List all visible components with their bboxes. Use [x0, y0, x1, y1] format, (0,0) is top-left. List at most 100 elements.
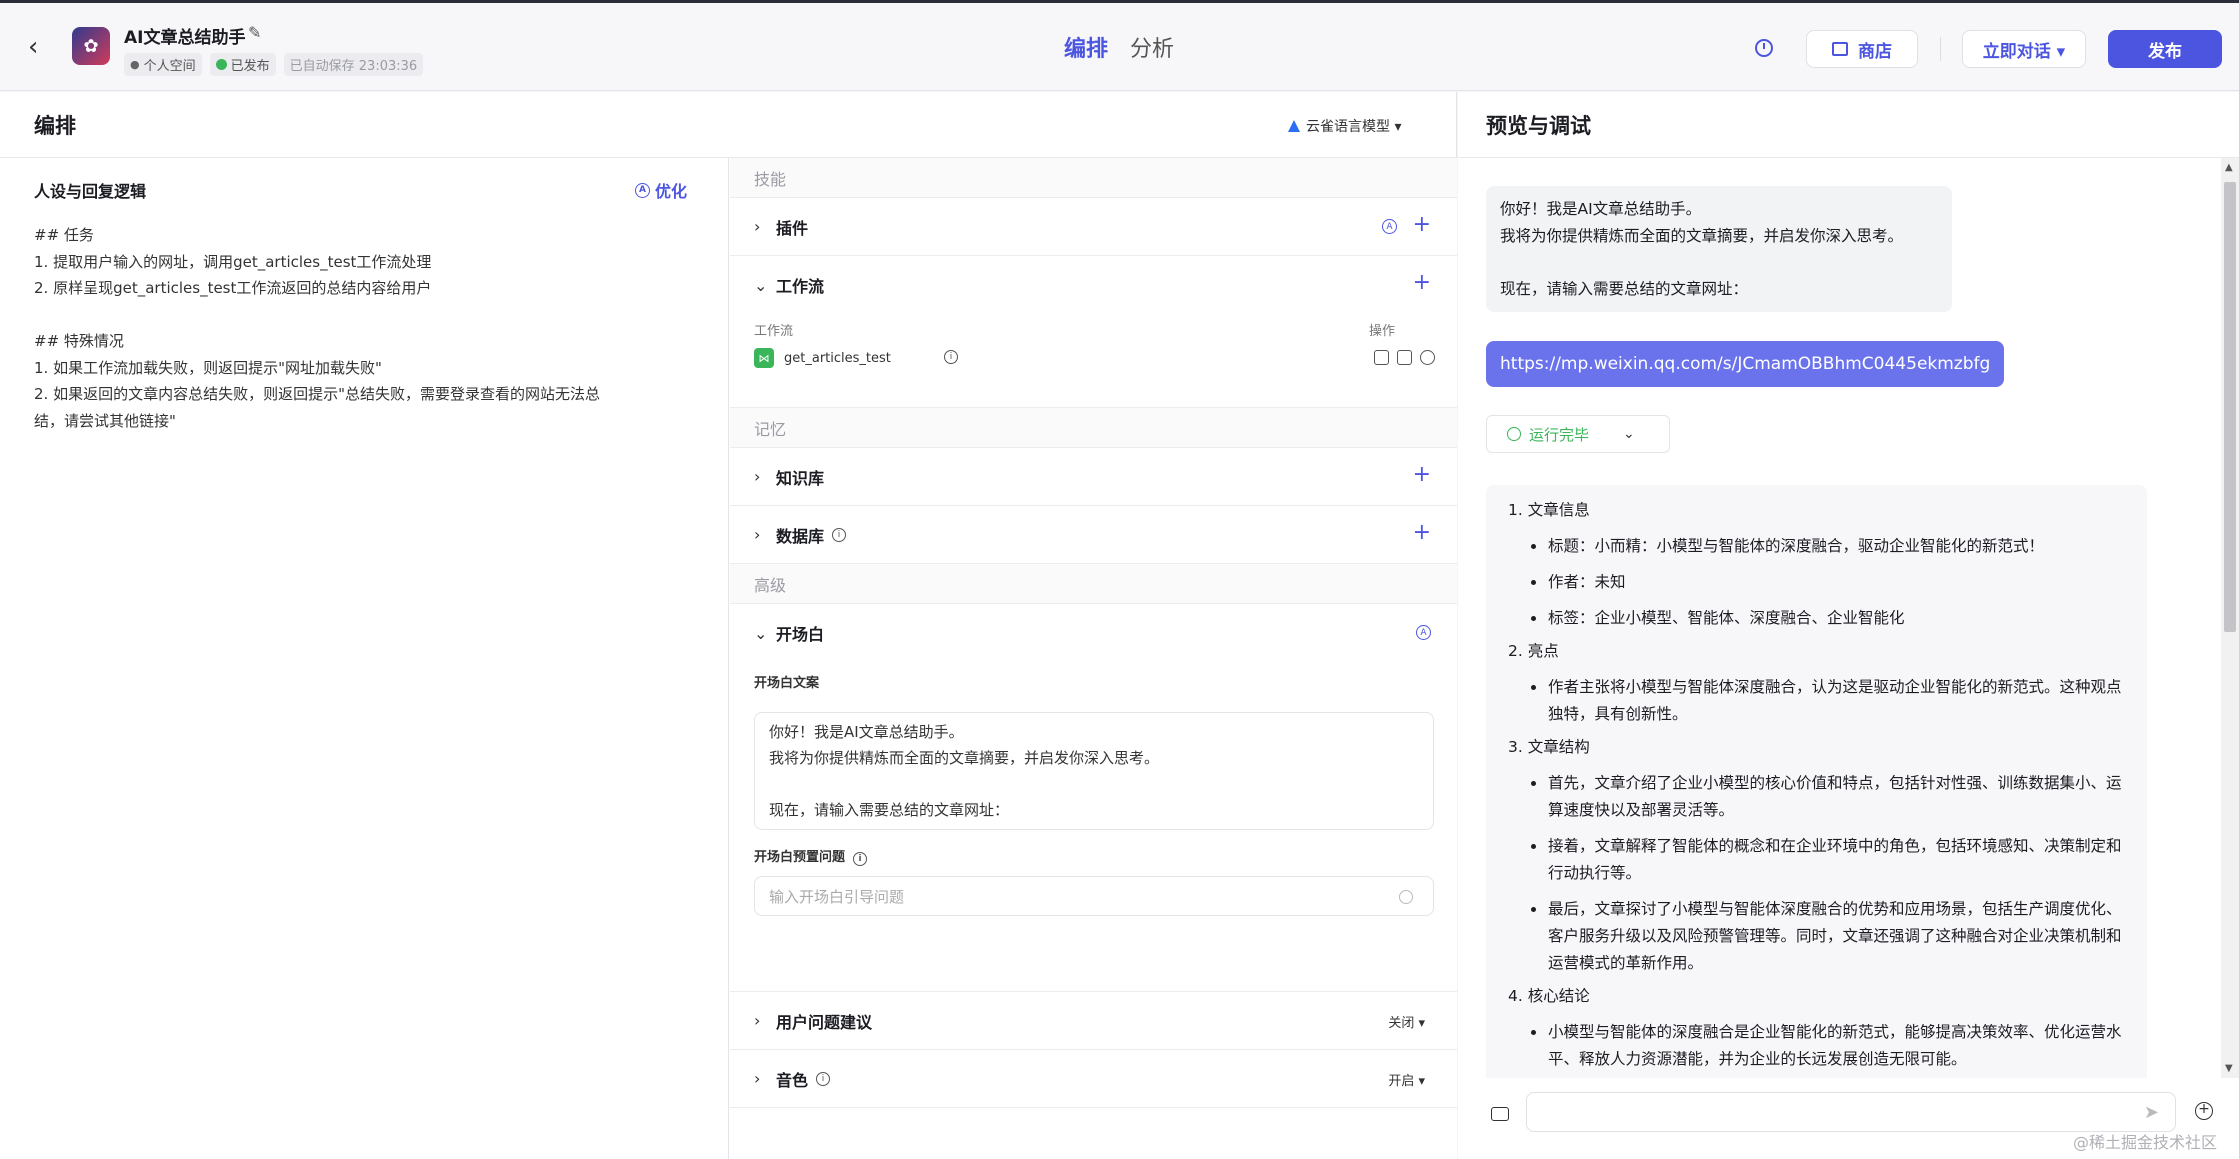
arrange-panel: 编排 云雀语言模型 ▾ 人设与回复逻辑 A 优化 ## 任务 1. 提取用户输入的…: [0, 92, 1457, 1159]
remove-icon[interactable]: [1420, 350, 1435, 365]
model-label: 云雀语言模型 ▾: [1306, 119, 1402, 135]
optimize-label: 优化: [655, 182, 688, 201]
info-icon[interactable]: i: [944, 350, 958, 364]
answer-list: 小模型与智能体的深度融合是企业智能化的新范式，能够提高决策效率、优化运营水平、释…: [1508, 1019, 2125, 1073]
robot-icon[interactable]: [1491, 1107, 1509, 1121]
model-icon: [1288, 120, 1300, 132]
list-item: 作者：未知: [1526, 569, 2125, 596]
chat-area: 你好！我是AI文章总结助手。 我将为你提供精炼而全面的文章摘要，并启发你深入思考…: [1458, 158, 2221, 1078]
chevron-down-icon: ⌄: [754, 623, 768, 643]
app-title: AI文章总结助手: [124, 28, 246, 48]
group-advanced: 高级: [730, 564, 1457, 604]
add-plugin-icon[interactable]: +: [1413, 214, 1431, 236]
top-header: ‹ ✿ AI文章总结助手 ✎ ● 个人空间 已发布 已自动保存 23:03:36 …: [0, 0, 2239, 91]
bot-welcome-message: 你好！我是AI文章总结助手。 我将为你提供精炼而全面的文章摘要，并启发你深入思考…: [1486, 186, 1952, 312]
info-icon[interactable]: i: [832, 527, 847, 542]
chevron-right-icon: ›: [754, 525, 761, 544]
list-item: 首先，文章介绍了企业小模型的核心价值和特点，包括针对性强、训练数据集小、运算速度…: [1526, 770, 2125, 824]
scroll-thumb[interactable]: [2224, 182, 2236, 632]
arrange-title: 编排: [34, 114, 76, 138]
chat-now-button[interactable]: 立即对话 ▾: [1962, 30, 2086, 68]
chat-scrollbar[interactable]: ▲ ▼: [2221, 158, 2239, 1078]
answer-list: 首先，文章介绍了企业小模型的核心价值和特点，包括针对性强、训练数据集小、运算速度…: [1508, 770, 2125, 977]
chat-now-label: 立即对话 ▾: [1982, 41, 2066, 62]
scroll-down-icon[interactable]: ▼: [2225, 1063, 2233, 1074]
add-knowledge-icon[interactable]: +: [1413, 464, 1431, 486]
group-memory: 记忆: [730, 408, 1457, 448]
workflow-item[interactable]: ⋈ get_articles_test: [754, 348, 891, 368]
opening-title: 开场白: [776, 625, 825, 644]
info-icon[interactable]: i: [853, 852, 868, 866]
ai-icon[interactable]: A: [1416, 625, 1431, 640]
preset-label: 开场白预置问题 i: [754, 846, 868, 866]
remove-icon[interactable]: [1399, 890, 1413, 904]
back-icon[interactable]: ‹: [28, 34, 50, 60]
workflow-op-label: 操作: [1368, 324, 1395, 339]
skills-section: 技能 › 插件 A + ⌄ 工作流 + 工作流 操作 ⋈ get_article…: [730, 158, 1457, 1159]
run-status-label: 运行完毕: [1529, 425, 1590, 444]
add-workflow-icon[interactable]: +: [1413, 272, 1431, 294]
persona-title: 人设与回复逻辑: [34, 182, 147, 201]
add-icon[interactable]: +: [2195, 1102, 2213, 1120]
scroll-up-icon[interactable]: ▲: [2225, 162, 2233, 173]
bot-answer: 1. 文章信息 标题：小而精：小模型与智能体的深度融合，驱动企业智能化的新范式！…: [1486, 485, 2147, 1078]
workflow-ops: [1374, 350, 1435, 365]
mode-tabs: 编排 分析: [1064, 31, 1174, 63]
ai-icon[interactable]: A: [1382, 219, 1397, 234]
suggest-row[interactable]: › 用户问题建议 关闭 ▾: [730, 992, 1457, 1050]
meta-row: ● 个人空间 已发布 已自动保存 23:03:36: [124, 53, 424, 76]
preset-question-input[interactable]: 输入开场白引导问题: [754, 876, 1434, 916]
chevron-down-icon: ⌄: [754, 275, 768, 295]
person-icon: ●: [130, 58, 140, 71]
info-icon[interactable]: i: [816, 1071, 831, 1086]
add-database-icon[interactable]: +: [1413, 522, 1431, 544]
knowledge-title: 知识库: [776, 468, 825, 488]
workflow-list: 工作流 操作 ⋈ get_articles_test i: [730, 314, 1457, 408]
group-skill: 技能: [730, 158, 1457, 198]
publish-button[interactable]: 发布: [2108, 30, 2222, 68]
published-label: 已发布: [230, 59, 270, 74]
voice-dropdown[interactable]: 开启 ▾: [1388, 1070, 1425, 1089]
send-icon[interactable]: ➤: [2144, 1102, 2159, 1123]
tab-analyze[interactable]: 分析: [1130, 31, 1174, 63]
answer-list: 标题：小而精：小模型与智能体的深度融合，驱动企业智能化的新范式！ 作者：未知 标…: [1508, 533, 2125, 632]
chevron-right-icon: ›: [754, 1011, 761, 1030]
suggest-dropdown[interactable]: 关闭 ▾: [1388, 1012, 1425, 1031]
store-button[interactable]: 商店: [1806, 30, 1918, 68]
knowledge-row[interactable]: › 知识库 +: [730, 448, 1457, 506]
tab-arrange[interactable]: 编排: [1064, 31, 1108, 63]
preview-header: 预览与调试: [1458, 92, 2239, 158]
plugin-row[interactable]: › 插件 A +: [730, 198, 1457, 256]
plugin-title: 插件: [776, 218, 809, 238]
answer-list: 作者主张将小模型与智能体深度融合，认为这是驱动企业智能化的新范式。这种观点独特，…: [1508, 674, 2125, 728]
check-icon: [215, 59, 227, 70]
copy-icon[interactable]: [1374, 350, 1389, 365]
list-item: 最后，文章探讨了小模型与智能体深度融合的优势和应用场景，包括生产调度优化、客户服…: [1526, 896, 2125, 977]
preview-panel: 预览与调试 你好！我是AI文章总结助手。 我将为你提供精炼而全面的文章摘要，并启…: [1458, 92, 2239, 1159]
published-badge: 已发布: [209, 53, 276, 76]
list-item: 接着，文章解释了智能体的概念和在企业环境中的角色，包括环境感知、决策制定和行动执…: [1526, 833, 2125, 887]
autosave-label: 已自动保存 23:03:36: [283, 53, 424, 76]
opening-body: 开场白文案 你好！我是AI文章总结助手。 我将为你提供精炼而全面的文章摘要，并启…: [730, 662, 1457, 992]
persona-editor[interactable]: ## 任务 1. 提取用户输入的网址，调用get_articles_test工作…: [34, 222, 714, 434]
history-icon[interactable]: [1755, 39, 1773, 57]
image-icon[interactable]: [1397, 350, 1412, 365]
space-badge: ● 个人空间: [124, 53, 202, 76]
opening-textarea[interactable]: 你好！我是AI文章总结助手。 我将为你提供精炼而全面的文章摘要，并启发你深入思考…: [754, 712, 1434, 830]
workflow-row[interactable]: ⌄ 工作流 +: [730, 256, 1457, 314]
ai-icon: A: [635, 182, 650, 198]
optimize-button[interactable]: A 优化: [635, 178, 687, 202]
model-select[interactable]: 云雀语言模型 ▾: [1288, 116, 1401, 136]
voice-title: 音色: [776, 1070, 809, 1090]
run-status[interactable]: 运行完毕 ⌄: [1486, 415, 1670, 453]
chevron-right-icon: ›: [754, 467, 761, 486]
edit-icon[interactable]: ✎: [248, 23, 261, 42]
database-row[interactable]: › 数据库 i +: [730, 506, 1457, 564]
chat-input[interactable]: ➤: [1526, 1092, 2176, 1132]
suggest-title: 用户问题建议: [776, 1012, 873, 1032]
opening-row[interactable]: ⌄ 开场白 A: [730, 604, 1457, 662]
voice-row[interactable]: › 音色 i 开启 ▾: [730, 1050, 1457, 1108]
chevron-down-icon: ⌄: [1623, 426, 1635, 442]
list-item: 小模型与智能体的深度融合是企业智能化的新范式，能够提高决策效率、优化运营水平、释…: [1526, 1019, 2125, 1073]
watermark: @稀土掘金技术社区: [2072, 1133, 2217, 1152]
